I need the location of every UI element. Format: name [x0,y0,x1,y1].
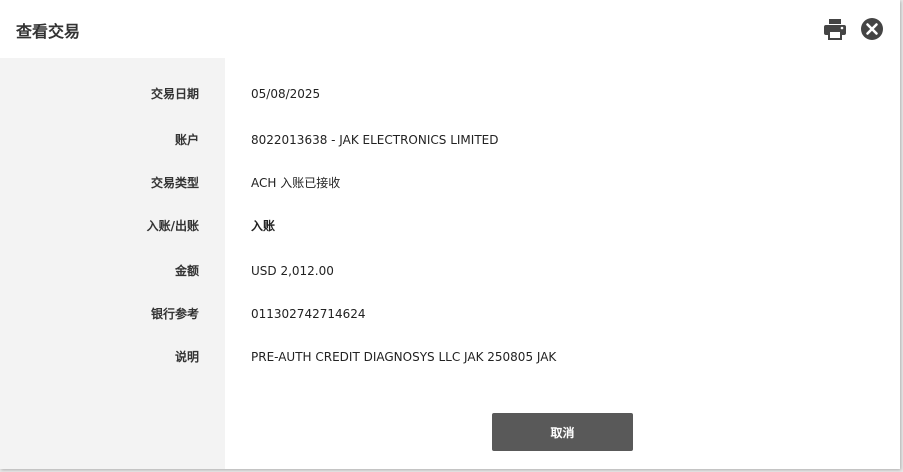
dialog-body: 交易日期 05/08/2025 账户 8022013638 - JAK ELEC… [0,58,900,469]
field-row-description: 说明 PRE-AUTH CREDIT DIAGNOSYS LLC JAK 250… [0,347,900,367]
dialog-title: 查看交易 [16,22,81,41]
cancel-button[interactable]: 取消 [492,413,633,451]
field-value: 8022013638 - JAK ELECTRONICS LIMITED [251,133,499,147]
field-value: 入账 [251,219,276,233]
field-value: PRE-AUTH CREDIT DIAGNOSYS LLC JAK 250805… [251,350,557,364]
field-row-transaction-type: 交易类型 ACH 入账已接收 [0,173,900,193]
field-value: 05/08/2025 [251,87,321,101]
field-row-direction: 入账/出账 入账 [0,216,900,236]
close-icon[interactable] [860,17,884,41]
dialog-header: 查看交易 [0,0,900,58]
field-row-bank-reference: 银行参考 011302742714624 [0,304,900,324]
printer-icon[interactable] [823,17,847,41]
field-label: 交易类型 [150,176,199,190]
field-label: 说明 [174,350,199,364]
field-value: 011302742714624 [251,307,366,321]
field-row-account: 账户 8022013638 - JAK ELECTRONICS LIMITED [0,130,900,150]
field-value: USD 2,012.00 [251,264,334,278]
field-label: 交易日期 [150,87,199,101]
field-row-date: 交易日期 05/08/2025 [0,84,900,104]
field-label: 入账/出账 [146,219,199,233]
field-row-amount: 金额 USD 2,012.00 [0,261,900,281]
field-label: 金额 [174,264,199,278]
field-label: 银行参考 [150,307,199,321]
field-label: 账户 [174,133,199,147]
field-value: ACH 入账已接收 [251,176,341,190]
view-transaction-dialog: 查看交易 交易日期 05/08/2025 账户 8022013638 - JAK… [0,0,900,469]
